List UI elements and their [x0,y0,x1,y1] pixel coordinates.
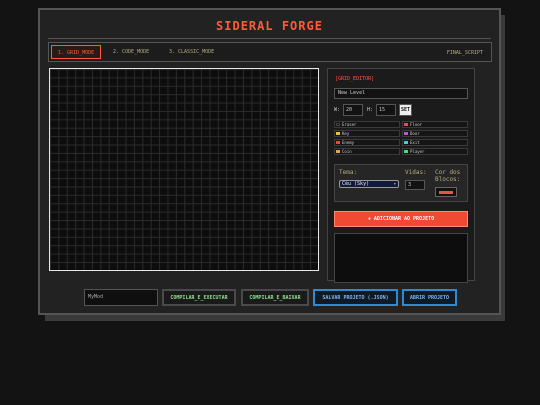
compile-run-button[interactable]: COMPILAR_E_EXECUTAR [162,289,236,306]
set-size-button[interactable]: SET [399,104,412,116]
save-project-button[interactable]: SALVAR PROJETO (.JSON) [313,289,398,306]
title-divider [48,38,491,39]
grid-editor-panel: [GRID_EDITOR] New Level W: 20 H: 15 SET … [327,68,475,283]
height-label: H: [367,107,374,113]
palette-key[interactable]: Key [334,130,400,137]
compile-download-button[interactable]: COMPILAR_E_BAIXAR [241,289,309,306]
app-window: SIDERAL FORGE 1. GRID_MODE 2. CODE_MODE … [38,8,501,315]
palette-enemy[interactable]: Enemy [334,139,400,146]
color-swatch [439,191,453,194]
floor-swatch [404,123,408,126]
eraser-swatch [336,123,340,126]
palette-floor[interactable]: Floor [402,121,468,128]
exit-swatch [404,141,408,144]
tab-grid-mode[interactable]: 1. GRID_MODE [51,45,102,59]
app-title: SIDERAL FORGE [216,19,323,33]
panel-header: [GRID_EDITOR] [335,76,375,82]
tab-final-script[interactable]: FINAL_SCRIPT [447,46,483,60]
width-label: W: [334,107,341,113]
enemy-swatch [336,141,340,144]
player-swatch [404,150,408,153]
tab-code-mode[interactable]: 2. CODE_MODE [107,45,155,59]
palette-coin[interactable]: Coin [334,148,400,155]
mod-name-input[interactable]: MyMod [84,289,158,306]
level-grid-canvas[interactable] [49,68,319,271]
block-color-label: Cor dos Blocos: [435,169,461,183]
chevron-down-icon: ▾ [393,181,396,186]
lives-input[interactable]: 3 [405,180,425,190]
mode-tabs: 1. GRID_MODE 2. CODE_MODE 3. CLASSIC_MOD… [48,42,492,62]
width-input[interactable]: 20 [343,104,363,116]
block-color-picker[interactable] [435,187,457,197]
tab-classic-mode[interactable]: 3. CLASSIC_MODE [163,45,220,59]
open-project-button[interactable]: ABRIR PROJETO [402,289,457,306]
theme-label: Tema: [339,169,358,176]
door-swatch [404,132,408,135]
palette-exit[interactable]: Exit [402,139,468,146]
palette-door[interactable]: Door [402,130,468,137]
coin-swatch [336,150,340,153]
level-name-input[interactable]: New Level [334,88,468,99]
lives-label: Vidas: [405,169,427,176]
palette-eraser[interactable]: Eraser [334,121,400,128]
palette-player[interactable]: Player [402,148,468,155]
project-output-area [334,233,468,283]
add-to-project-button[interactable]: + ADICIONAR AO PROJETO [334,211,468,227]
height-input[interactable]: 15 [376,104,396,116]
key-swatch [336,132,340,135]
theme-select[interactable]: Céu (Sky) ▾ [339,180,399,188]
settings-box: Tema: Céu (Sky) ▾ Vidas: 3 Cor dos Blocos… [334,164,468,202]
